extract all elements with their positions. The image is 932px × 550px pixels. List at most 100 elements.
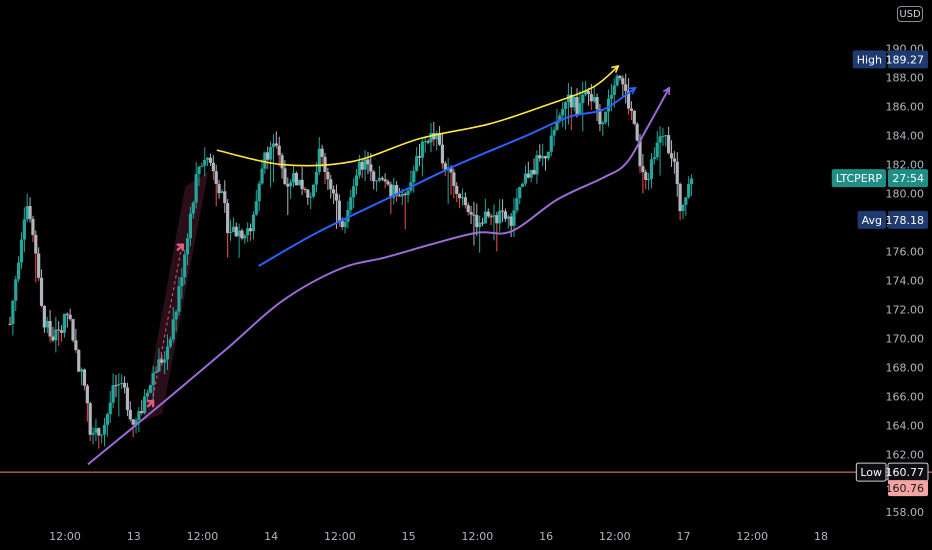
candle-down[interactable] — [31, 218, 35, 235]
candle-down[interactable] — [458, 193, 462, 199]
candle-up[interactable] — [541, 156, 545, 159]
candle-up[interactable] — [203, 160, 207, 166]
candle-down[interactable] — [509, 216, 513, 226]
candle-up[interactable] — [563, 102, 568, 109]
candle-up[interactable] — [289, 182, 293, 187]
candle-up[interactable] — [681, 204, 685, 212]
candle-up[interactable] — [506, 216, 510, 219]
candle-up[interactable] — [687, 183, 691, 198]
candle-up[interactable] — [572, 97, 576, 108]
candle-down[interactable] — [672, 158, 676, 162]
candle-down[interactable] — [28, 206, 32, 219]
candle-down[interactable] — [495, 215, 499, 224]
candle-up[interactable] — [100, 434, 104, 436]
candle-down[interactable] — [463, 197, 467, 206]
candle-down[interactable] — [214, 171, 218, 184]
candle-up[interactable] — [578, 103, 582, 115]
candle-up[interactable] — [197, 166, 201, 175]
candle-down[interactable] — [624, 84, 628, 91]
candle-up[interactable] — [257, 183, 261, 202]
candle-up[interactable] — [108, 402, 112, 415]
candle-down[interactable] — [8, 323, 12, 325]
candle-down[interactable] — [632, 110, 636, 124]
candle-up[interactable] — [317, 148, 321, 172]
candle-up[interactable] — [363, 159, 367, 170]
candle-down[interactable] — [475, 215, 479, 228]
candle-up[interactable] — [148, 385, 152, 393]
candle-down[interactable] — [114, 385, 118, 387]
candle-up[interactable] — [546, 151, 550, 159]
candle-down[interactable] — [211, 162, 215, 172]
candle-up[interactable] — [492, 215, 496, 217]
candle-up[interactable] — [354, 175, 359, 187]
candle-up[interactable] — [22, 219, 26, 240]
candle-down[interactable] — [65, 313, 69, 315]
candle-down[interactable] — [82, 369, 87, 386]
candle-up[interactable] — [191, 202, 195, 214]
candle-down[interactable] — [644, 172, 648, 180]
candle-up[interactable] — [521, 183, 525, 187]
candle-down[interactable] — [51, 336, 55, 341]
candle-down[interactable] — [334, 193, 339, 201]
candle-up[interactable] — [177, 286, 181, 312]
candle-up[interactable] — [523, 173, 528, 184]
candle-up[interactable] — [311, 184, 316, 197]
candle-down[interactable] — [586, 91, 591, 95]
candle-down[interactable] — [669, 153, 674, 159]
candle-up[interactable] — [415, 156, 419, 171]
candle-up[interactable] — [228, 232, 233, 234]
candle-down[interactable] — [266, 152, 270, 160]
candle-down[interactable] — [274, 143, 278, 146]
candle-down[interactable] — [283, 168, 287, 185]
candle-up[interactable] — [297, 179, 301, 186]
candle-up[interactable] — [194, 174, 198, 203]
candle-down[interactable] — [326, 171, 330, 180]
candle-down[interactable] — [526, 173, 530, 178]
candle-down[interactable] — [426, 141, 430, 143]
candle-up[interactable] — [314, 171, 319, 185]
candle-down[interactable] — [417, 156, 422, 158]
candle-up[interactable] — [420, 141, 424, 158]
candle-up[interactable] — [658, 136, 662, 143]
candle-down[interactable] — [208, 157, 213, 163]
candle-up[interactable] — [143, 396, 147, 414]
candle-up[interactable] — [102, 424, 107, 435]
candle-up[interactable] — [518, 186, 522, 199]
candle-down[interactable] — [641, 166, 645, 173]
candle-up[interactable] — [601, 122, 605, 125]
candle-down[interactable] — [48, 321, 52, 337]
candle-down[interactable] — [37, 253, 41, 278]
candle-up[interactable] — [592, 97, 596, 102]
candle-up[interactable] — [652, 157, 656, 160]
candle-up[interactable] — [145, 392, 150, 397]
candle-up[interactable] — [25, 206, 29, 220]
candle-down[interactable] — [621, 78, 625, 85]
candle-up[interactable] — [151, 372, 155, 386]
candle-down[interactable] — [140, 411, 144, 414]
candle-up[interactable] — [515, 198, 519, 211]
candle-down[interactable] — [240, 230, 244, 239]
candle-up[interactable] — [11, 300, 15, 325]
candle-down[interactable] — [635, 123, 639, 141]
candle-up[interactable] — [246, 228, 250, 236]
candle-up[interactable] — [220, 191, 224, 194]
candle-up[interactable] — [357, 161, 361, 176]
candle-up[interactable] — [343, 221, 347, 228]
candle-up[interactable] — [612, 85, 616, 95]
candle-up[interactable] — [377, 177, 382, 181]
candle-up[interactable] — [615, 75, 619, 86]
candle-down[interactable] — [455, 185, 459, 194]
candle-down[interactable] — [74, 340, 78, 351]
candle-up[interactable] — [171, 319, 175, 340]
candle-up[interactable] — [231, 226, 235, 233]
candle-up[interactable] — [483, 211, 487, 224]
candle-up[interactable] — [168, 339, 172, 347]
candle-up[interactable] — [62, 313, 67, 333]
candle-down[interactable] — [440, 144, 445, 164]
candle-up[interactable] — [105, 414, 109, 425]
candle-up[interactable] — [200, 165, 204, 167]
candle-up[interactable] — [529, 169, 533, 178]
candle-down[interactable] — [337, 200, 341, 221]
candle-up[interactable] — [609, 94, 613, 99]
candle-up[interactable] — [111, 385, 115, 403]
